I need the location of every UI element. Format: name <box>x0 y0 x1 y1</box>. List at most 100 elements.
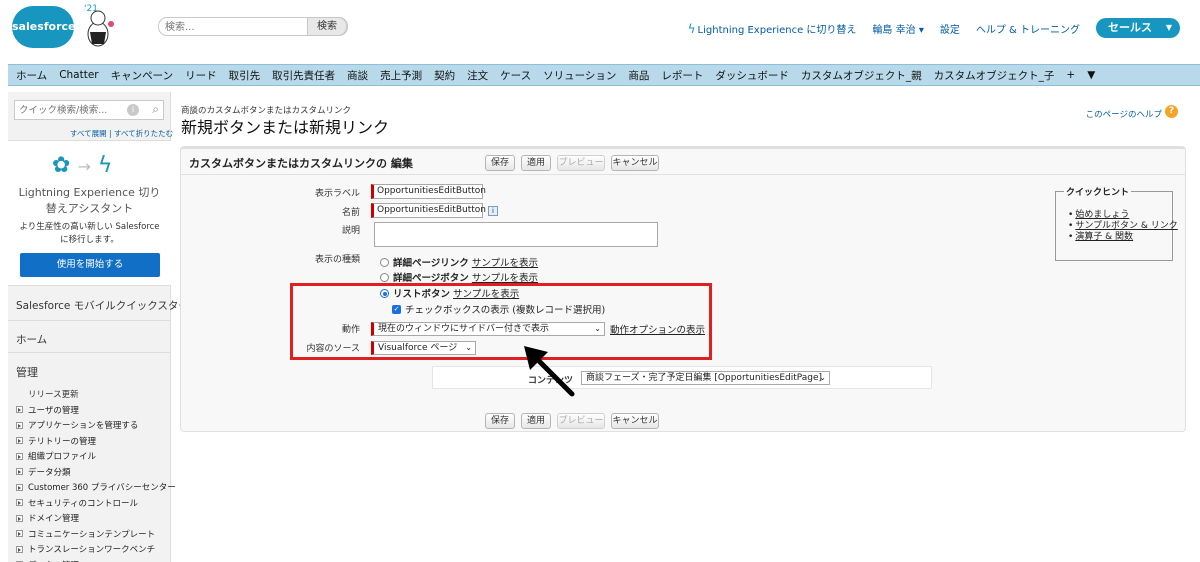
chevron-down-icon: ▾ <box>918 24 924 36</box>
page-help-link[interactable]: このページのヘルプ <box>1086 108 1162 120</box>
lightning-switch-link[interactable]: ϟ Lightning Experience に切り替え <box>688 21 857 36</box>
flower-icon: ✿ <box>52 153 71 178</box>
save-button[interactable]: 保存 <box>485 155 515 171</box>
expand-icon[interactable] <box>16 545 23 553</box>
tab-item[interactable]: 商談 <box>347 68 368 83</box>
expand-icon[interactable] <box>16 499 23 507</box>
sidebar-admin-item[interactable]: ドメイン管理 <box>16 511 176 527</box>
tab-item[interactable]: カスタムオブジェクト_親 <box>801 68 922 83</box>
tab-item[interactable]: 契約 <box>434 68 455 83</box>
sidebar-admin-item[interactable]: データの管理 <box>16 557 176 562</box>
sidebar-admin-item-label: セキュリティのコントロール <box>28 498 138 509</box>
tab-item[interactable]: カスタムオブジェクト_子 <box>934 68 1055 83</box>
expand-icon[interactable] <box>16 468 23 476</box>
detail-button-label: 詳細ページボタン <box>393 273 469 284</box>
sidebar: i ⌕ すべて展開 | すべて折りたたむ ✿ → ϟ Lightning Exp… <box>8 92 199 562</box>
quick-hint-link[interactable]: 演算子 & 関数 <box>1068 232 1178 243</box>
show-sample-link[interactable]: サンプルを表示 <box>472 255 538 269</box>
sidebar-admin-item[interactable]: コミュニケーションテンプレート <box>16 526 176 542</box>
setup-link[interactable]: 設定 <box>940 21 960 36</box>
sidebar-home-link[interactable]: ホーム <box>16 332 47 347</box>
tab-item[interactable]: ダッシュボード <box>715 68 789 83</box>
sidebar-admin-item[interactable]: アプリケーションを管理する <box>16 418 176 434</box>
tab-item[interactable]: ホーム <box>16 68 47 83</box>
expand-icon[interactable] <box>16 452 23 460</box>
radio-icon[interactable] <box>380 257 389 267</box>
sidebar-admin-item[interactable]: テリトリーの管理 <box>16 433 176 449</box>
tab-item[interactable]: 取引先責任者 <box>272 68 335 83</box>
display-type-label: 表示の種類 <box>314 255 360 265</box>
mascot-year: '21 <box>84 4 98 14</box>
sidebar-admin-item-label: Customer 360 プライバシーセンター <box>28 483 176 494</box>
radio-icon[interactable] <box>380 272 389 282</box>
preview-button[interactable]: プレビュー <box>557 155 605 171</box>
app-name: セールス <box>1108 21 1152 34</box>
sidebar-release-link[interactable]: リリース更新 <box>28 388 79 400</box>
panel-title: カスタムボタンまたはカスタムリンクの 編集 <box>189 157 413 170</box>
name-field[interactable]: OpportunitiesEditButton <box>371 203 486 218</box>
expand-collapse-links[interactable]: すべて展開 | すべて折りたたむ <box>70 128 173 139</box>
mobile-quickstart-link[interactable]: Salesforce モバイルクイックスタート <box>16 298 199 313</box>
sidebar-admin-item[interactable]: データ分類 <box>16 464 176 480</box>
apply-button-bottom[interactable]: 適用 <box>521 413 551 429</box>
help-training-link[interactable]: ヘルプ & トレーニング <box>976 21 1080 36</box>
display-label-field[interactable]: OpportunitiesEditButton <box>371 184 486 199</box>
tab-item[interactable]: 売上予測 <box>380 68 422 83</box>
tab-item[interactable]: ケース <box>500 68 531 83</box>
quick-hint-box: クイックヒント 始めましょうサンプルボタン & リンク演算子 & 関数 <box>1055 185 1178 261</box>
annotation-arrow-icon <box>524 346 575 397</box>
lightning-bolt-icon: ϟ <box>97 153 113 178</box>
highlight-box <box>290 283 712 360</box>
quick-search-input[interactable] <box>19 104 119 117</box>
apply-button[interactable]: 適用 <box>521 155 551 171</box>
sidebar-admin-item-label: コミュニケーションテンプレート <box>28 529 156 540</box>
sidebar-admin-item[interactable]: Customer 360 プライバシーセンター <box>16 480 176 496</box>
cancel-button-bottom[interactable]: キャンセル <box>611 413 659 429</box>
sidebar-admin-item-label: ユーザの管理 <box>28 405 79 416</box>
tab-item[interactable]: + <box>1066 69 1075 81</box>
tab-item[interactable]: レポート <box>661 68 703 83</box>
search-icon[interactable]: ⌕ <box>152 102 159 117</box>
expand-icon[interactable] <box>16 483 23 491</box>
show-sample-link[interactable]: サンプルを表示 <box>472 270 538 284</box>
tab-item[interactable]: 注文 <box>467 68 488 83</box>
quick-hint-link[interactable]: サンプルボタン & リンク <box>1068 221 1177 232</box>
expand-icon[interactable] <box>16 514 23 522</box>
radio-detail-button[interactable]: 詳細ページボタン サンプルを表示 <box>380 270 538 284</box>
expand-icon[interactable] <box>16 421 23 429</box>
app-switcher-button[interactable]: セールス ▼ <box>1096 18 1180 38</box>
expand-icon[interactable] <box>16 437 23 445</box>
tab-item[interactable]: キャンペーン <box>111 68 173 83</box>
sidebar-admin-item[interactable]: トランスレーションワークベンチ <box>16 542 176 558</box>
tab-item[interactable]: ソリューション <box>543 68 616 83</box>
global-search-input[interactable] <box>165 20 305 34</box>
sidebar-admin-item[interactable]: 組織プロファイル <box>16 449 176 465</box>
cancel-button[interactable]: キャンセル <box>611 155 659 171</box>
expand-icon[interactable] <box>16 406 23 414</box>
arrow-right-icon: → <box>77 157 91 176</box>
tab-item[interactable]: 取引先 <box>229 68 261 83</box>
sidebar-admin-item[interactable]: セキュリティのコントロール <box>16 495 176 511</box>
help-icon[interactable]: ? <box>1165 105 1178 118</box>
global-search: 検索 <box>158 17 348 36</box>
info-icon[interactable]: i <box>488 206 498 216</box>
user-menu[interactable]: 輪島 幸治 ▾ <box>872 21 923 36</box>
sidebar-admin-item[interactable]: ユーザの管理 <box>16 402 176 418</box>
preview-button-bottom[interactable]: プレビュー <box>557 413 605 429</box>
tab-item[interactable]: Chatter <box>59 69 98 81</box>
description-textarea[interactable] <box>374 222 658 247</box>
info-icon[interactable]: i <box>127 104 139 116</box>
radio-detail-link[interactable]: 詳細ページリンク サンプルを表示 <box>380 255 538 269</box>
quick-hint-title: クイックヒント <box>1064 185 1132 198</box>
tab-item[interactable]: リード <box>185 68 217 83</box>
expand-icon[interactable] <box>16 530 23 538</box>
quick-hint-link[interactable]: 始めましょう <box>1068 210 1178 221</box>
save-button-bottom[interactable]: 保存 <box>485 413 515 429</box>
salesforce-logo[interactable]: salesforce <box>12 6 76 48</box>
tab-item[interactable]: 商品 <box>628 68 649 83</box>
content-select[interactable]: 商談フェーズ・完了予定日編集 [OpportunitiesEditPage] ⌄ <box>581 371 830 385</box>
tab-item[interactable]: ▼ <box>1087 69 1095 81</box>
global-search-button[interactable]: 検索 <box>307 17 347 36</box>
get-started-button[interactable]: 使用を開始する <box>20 253 160 277</box>
divider <box>8 352 171 353</box>
